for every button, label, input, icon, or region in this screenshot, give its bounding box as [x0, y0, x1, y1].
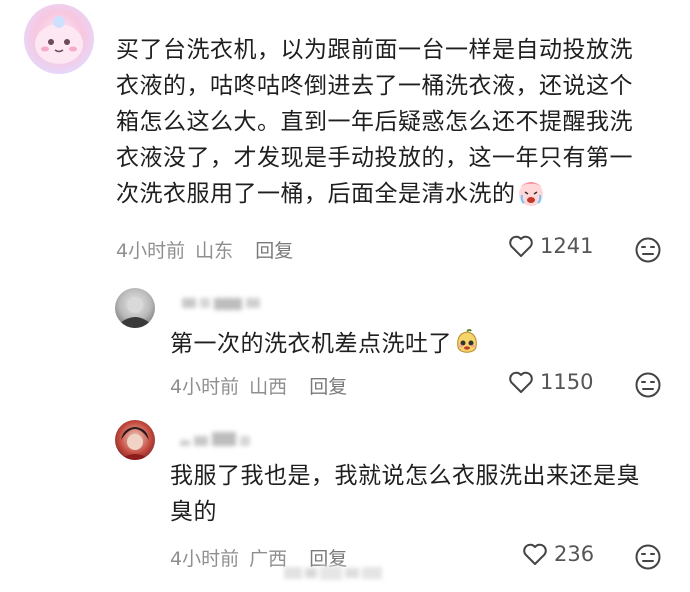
avatar[interactable]: [24, 4, 94, 74]
like-count: 1241: [540, 234, 594, 258]
avatar-photo-icon: [119, 427, 151, 460]
reply-time: 4小时前: [170, 376, 240, 398]
reply-button[interactable]: 回复: [255, 240, 293, 262]
reply-button[interactable]: 回复: [309, 376, 347, 398]
like-count: 236: [554, 542, 595, 566]
reply-text: 我服了我也是，我就说怎么衣服洗出来还是臭臭的: [170, 463, 640, 525]
like-count: 1150: [540, 370, 594, 394]
like-button[interactable]: 1150: [508, 370, 593, 394]
avatar-character-icon: [35, 16, 83, 64]
dislike-button[interactable]: [634, 371, 662, 403]
meh-face-icon: [635, 237, 661, 263]
meh-face-icon: [635, 544, 661, 570]
dislike-button[interactable]: [634, 543, 662, 575]
avatar[interactable]: [115, 420, 155, 460]
heart-outline-icon: [509, 371, 533, 393]
username-blurred: [180, 432, 260, 446]
heart-outline-icon: [523, 543, 547, 565]
like-button[interactable]: 236: [522, 542, 594, 566]
avatar-photo-icon: [115, 297, 155, 328]
pear-emoji-icon: [452, 327, 482, 368]
reply-location: 山西: [249, 376, 288, 398]
avatar[interactable]: [115, 288, 155, 328]
like-button[interactable]: 1241: [508, 234, 593, 258]
reply-meta: 4小时前 山西 回复: [170, 372, 347, 399]
comment-text: 买了台洗衣机，以为跟前面一台一样是自动投放洗衣液的，咕咚咕咚倒进去了一桶洗衣液，…: [116, 32, 656, 218]
reply-text: 第一次的洗衣机差点洗吐了: [170, 326, 650, 368]
comment-time: 4小时前: [116, 240, 186, 262]
crying-emoji-icon: [516, 179, 546, 218]
username-blurred: [182, 298, 262, 310]
watermark-blurred: [284, 566, 404, 582]
reply-location: 广西: [249, 548, 288, 570]
dislike-button[interactable]: [634, 236, 662, 268]
heart-outline-icon: [509, 235, 533, 257]
reply-time: 4小时前: [170, 548, 240, 570]
comment-location: 山东: [195, 240, 234, 262]
meh-face-icon: [635, 372, 661, 398]
comment-meta: 4小时前 山东 回复: [116, 236, 293, 263]
